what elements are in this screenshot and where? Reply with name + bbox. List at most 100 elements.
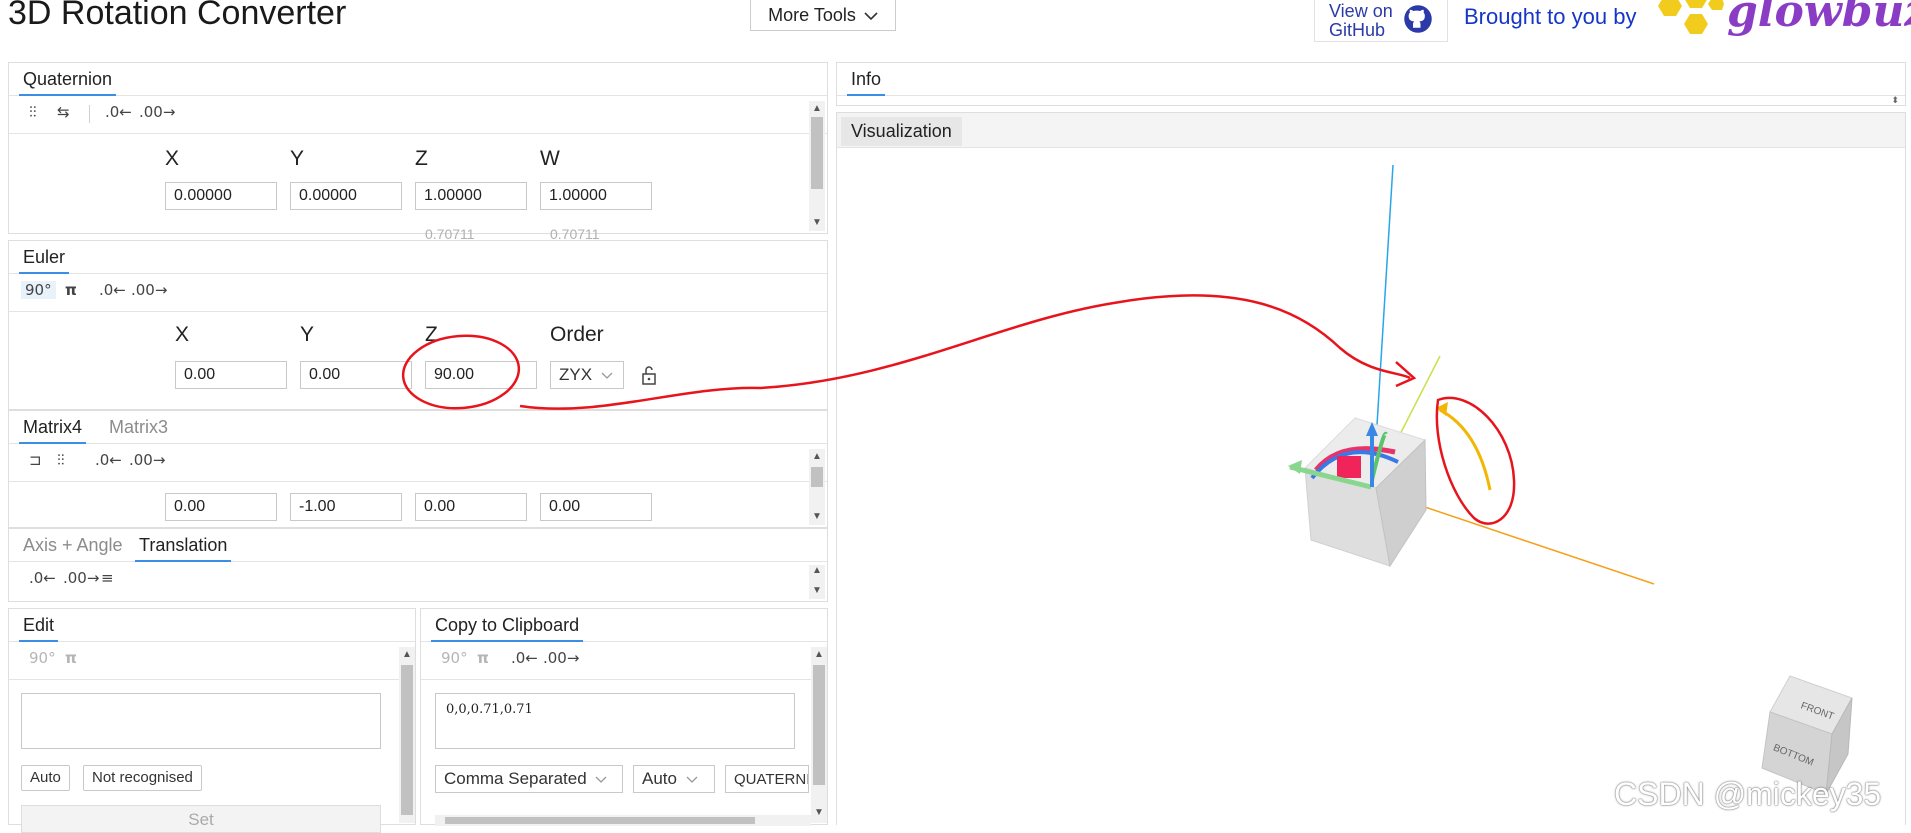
tab-translation[interactable]: Translation (135, 535, 232, 562)
matrix-cell-1[interactable]: -1.00 (290, 493, 402, 521)
euler-y-input[interactable]: 0.00 (300, 361, 412, 389)
matrix-panel: Matrix4 Matrix3 ⊐ ⫶⫶ .0← .00→ 0.00 -1.00… (8, 410, 828, 528)
quaternion-y-input[interactable]: 0.00000 (290, 182, 402, 210)
swap-icon[interactable]: ⇆ (57, 103, 70, 121)
matrix-cell-0[interactable]: 0.00 (165, 493, 277, 521)
info-panel: Info ⬍ (836, 62, 1906, 106)
increase-precision-icon[interactable]: .00→ (543, 649, 579, 667)
clipboard-text: 0,0,0.71,0.71 (446, 702, 533, 717)
tab-info[interactable]: Info (847, 69, 886, 96)
degrees-button[interactable]: 90° (29, 649, 56, 667)
edit-tabs: Edit (9, 609, 415, 642)
clipboard-scrollbar[interactable]: ▲ ▼ (811, 647, 827, 823)
euler-toolbar: 90° π .0← .00→ (9, 273, 827, 312)
tab-visualization[interactable]: Visualization (841, 117, 962, 146)
clipboard-panel: Copy to Clipboard 90° π .0← .00→ 0,0,0.7… (420, 608, 828, 826)
info-resize-icon[interactable]: ⬍ (1891, 95, 1899, 106)
euler-order-value: ZYX (559, 365, 593, 384)
decrease-precision-icon[interactable]: .0← (511, 649, 538, 667)
edit-textarea[interactable] (21, 693, 381, 749)
edit-status: Not recognised (83, 765, 202, 791)
auto-value: Auto (642, 769, 677, 788)
quaternion-y-label: Y (290, 147, 305, 170)
type-select[interactable]: QUATERNIO (725, 765, 809, 793)
edit-auto-button[interactable]: Auto (21, 765, 70, 791)
axis-tabs: Axis + Angle Translation (9, 529, 827, 562)
honeycomb-logo-icon (1650, 0, 1724, 53)
more-tools-button[interactable]: More Tools (750, 0, 896, 31)
github-line2: GitHub (1329, 19, 1386, 40)
radians-button[interactable]: π (65, 281, 77, 299)
auto-select[interactable]: Auto (633, 765, 715, 793)
tab-euler[interactable]: Euler (19, 247, 70, 274)
tab-axis-angle[interactable]: Axis + Angle (19, 535, 127, 560)
edit-panel: Edit 90° π Auto Not recognised Set ▲ (8, 608, 416, 833)
type-value: QUATERNIO (734, 771, 808, 788)
clipboard-tabs: Copy to Clipboard (421, 609, 827, 642)
tab-matrix4[interactable]: Matrix4 (19, 417, 87, 444)
tab-matrix3[interactable]: Matrix3 (105, 417, 172, 442)
matrix-cell-3[interactable]: 0.00 (540, 493, 652, 521)
euler-y-label: Y (300, 323, 315, 346)
clipboard-hscrollbar[interactable] (435, 815, 811, 826)
decrease-precision-icon[interactable]: .0← (105, 103, 132, 121)
edit-scrollbar[interactable]: ▲ (399, 647, 415, 823)
tab-copy-clipboard[interactable]: Copy to Clipboard (431, 615, 584, 642)
set-button-label: Set (188, 810, 214, 829)
euler-x-input[interactable]: 0.00 (175, 361, 287, 389)
set-button[interactable]: Set (21, 805, 381, 833)
increase-precision-icon[interactable]: .00→ (131, 281, 167, 299)
tab-quaternion[interactable]: Quaternion (19, 69, 117, 96)
github-link[interactable]: View on GitHub (1314, 0, 1448, 42)
quaternion-toolbar: ⫶⫶ ⇆ .0← .00→ (9, 95, 827, 134)
glowbuzzer-logo[interactable]: glowbuzzer (1727, 0, 1911, 37)
decrease-precision-icon[interactable]: .0← (95, 451, 122, 469)
format-select[interactable]: Comma Separated (435, 765, 623, 793)
github-line1: View on (1329, 0, 1393, 21)
quaternion-x-label: X (165, 147, 180, 170)
decrease-precision-icon[interactable]: .0← (29, 569, 56, 587)
format-value: Comma Separated (444, 769, 587, 788)
euler-z-label: Z (425, 323, 438, 346)
quaternion-x-input[interactable]: 0.00000 (165, 182, 277, 210)
matrix-cell-2[interactable]: 0.00 (415, 493, 527, 521)
translation-scrollbar[interactable]: ▲ ▼ (809, 565, 825, 599)
quaternion-panel: Quaternion ⫶⫶ ⇆ .0← .00→ X Y Z W 0.00000… (8, 62, 828, 242)
transpose-icon[interactable]: ⊐ (29, 451, 42, 469)
matrix-toolbar: ⊐ ⫶⫶ .0← .00→ (9, 443, 827, 482)
chevron-down-icon (864, 5, 878, 26)
radians-button[interactable]: π (65, 649, 77, 667)
clipboard-textarea[interactable]: 0,0,0.71,0.71 (435, 693, 795, 749)
quaternion-z-input[interactable]: 1.00000 (415, 182, 527, 210)
page-title: 3D Rotation Converter (8, 0, 347, 32)
matrix-tabs: Matrix4 Matrix3 (9, 411, 827, 444)
visualization-panel: Visualization (836, 112, 1906, 825)
quaternion-w-input[interactable]: 1.00000 (540, 182, 652, 210)
degrees-button[interactable]: 90° (441, 649, 468, 667)
translation-toolbar: .0← .00→ ≡ (9, 561, 827, 599)
brought-by-text: Brought to you by (1464, 4, 1637, 29)
matrix-scrollbar[interactable]: ▲ ▼ (809, 449, 825, 525)
more-tools-label: More Tools (768, 4, 856, 25)
quaternion-scrollbar[interactable]: ▲ ▼ (809, 101, 825, 231)
tab-edit[interactable]: Edit (19, 615, 59, 642)
clipboard-toolbar: 90° π .0← .00→ (421, 641, 827, 680)
watermark: CSDN @mickey35 (1614, 776, 1882, 812)
visualization-tabs: Visualization (837, 113, 1905, 148)
increase-precision-icon[interactable]: .00→ (129, 451, 165, 469)
edit-toolbar: 90° π (9, 641, 415, 680)
euler-order-select[interactable]: ZYX (550, 361, 624, 389)
github-icon (1403, 4, 1433, 38)
info-tabs: Info (837, 63, 1905, 96)
view-cube[interactable]: FRONT BOTTOM (1750, 672, 1860, 795)
sliders-icon[interactable]: ⫶⫶ (57, 451, 65, 469)
degrees-button[interactable]: 90° (21, 281, 56, 299)
radians-button[interactable]: π (477, 649, 489, 667)
increase-precision-icon[interactable]: .00→ (139, 103, 175, 121)
decrease-precision-icon[interactable]: .0← (99, 281, 126, 299)
format-icon[interactable]: ≡ (101, 569, 114, 587)
lock-icon[interactable] (641, 365, 657, 390)
euler-z-input[interactable]: 90.00 (425, 361, 537, 389)
increase-precision-icon[interactable]: .00→ (63, 569, 99, 587)
sliders-icon[interactable]: ⫶⫶ (29, 103, 37, 121)
